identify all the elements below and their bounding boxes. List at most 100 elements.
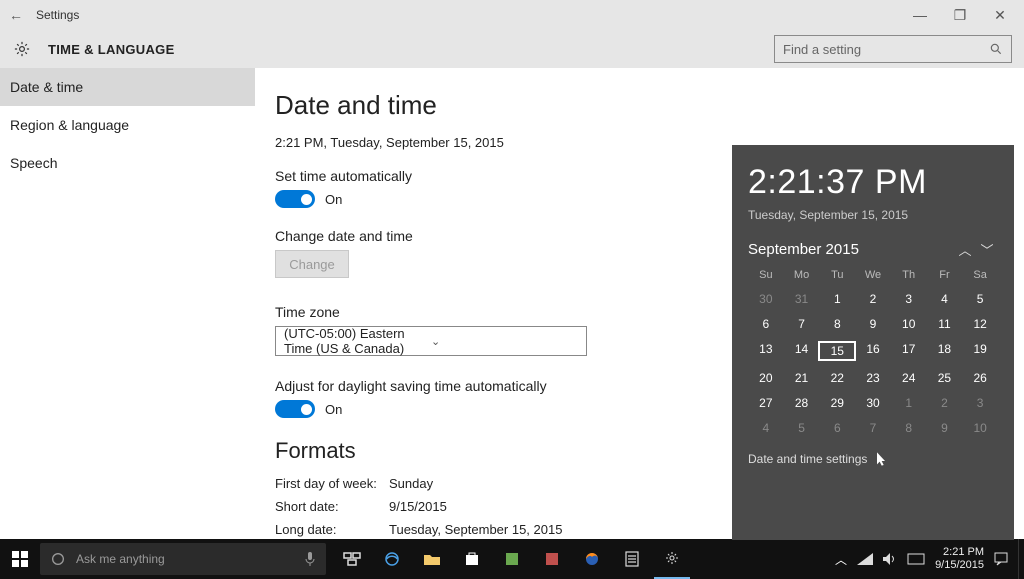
calendar-day[interactable]: 17 — [891, 342, 927, 360]
calendar-day[interactable]: 10 — [891, 317, 927, 331]
calendar-day[interactable]: 20 — [748, 371, 784, 385]
tray-clock[interactable]: 2:21 PM 9/15/2015 — [935, 546, 984, 572]
toggle-state: On — [325, 192, 342, 207]
start-button[interactable] — [0, 539, 40, 579]
date-time-settings-link[interactable]: Date and time settings — [748, 451, 998, 467]
calendar-day[interactable]: 30 — [855, 396, 891, 410]
calendar-day[interactable]: 29 — [819, 396, 855, 410]
maximize-button[interactable]: ❐ — [940, 7, 980, 24]
section-heading-datetime: Date and time — [275, 90, 1024, 121]
calendar-day[interactable]: 28 — [784, 396, 820, 410]
calendar-day[interactable]: 24 — [891, 371, 927, 385]
task-view-button[interactable] — [334, 539, 370, 579]
tray-action-center-icon[interactable] — [994, 552, 1008, 566]
format-key: Long date: — [275, 522, 389, 537]
calendar-grid: SuMoTuWeThFrSa30311234567891011121314151… — [748, 269, 998, 435]
search-input[interactable]: Find a setting — [774, 35, 1012, 63]
format-key: Short date: — [275, 499, 389, 514]
calendar-dow: Th — [891, 269, 927, 281]
calendar-day[interactable]: 5 — [784, 421, 820, 435]
calendar-day[interactable]: 5 — [962, 292, 998, 306]
calendar-day[interactable]: 2 — [927, 396, 963, 410]
calendar-day[interactable]: 31 — [784, 292, 820, 306]
taskbar-app-generic-2[interactable] — [534, 539, 570, 579]
calendar-dow: Mo — [784, 269, 820, 281]
flyout-clock-date: Tuesday, September 15, 2015 — [748, 208, 998, 222]
calendar-day[interactable]: 14 — [784, 342, 820, 360]
calendar-dow: Fr — [927, 269, 963, 281]
calendar-day[interactable]: 6 — [748, 317, 784, 331]
back-button[interactable]: ← — [4, 7, 28, 23]
calendar-day[interactable]: 11 — [927, 317, 963, 331]
calendar-day[interactable]: 18 — [927, 342, 963, 360]
search-placeholder: Find a setting — [783, 42, 989, 57]
calendar-day[interactable]: 26 — [962, 371, 998, 385]
page-title: TIME & LANGUAGE — [48, 42, 175, 57]
calendar-dow: Su — [748, 269, 784, 281]
sidebar-item-date-time[interactable]: Date & time — [0, 68, 255, 106]
calendar-day[interactable]: 9 — [855, 317, 891, 331]
calendar-day[interactable]: 25 — [927, 371, 963, 385]
window-titlebar: ← Settings — ❐ ✕ — [0, 0, 1024, 30]
calendar-day[interactable]: 4 — [927, 292, 963, 306]
calendar-day[interactable]: 10 — [962, 421, 998, 435]
taskbar-search[interactable]: Ask me anything — [40, 543, 326, 575]
timezone-value: (UTC-05:00) Eastern Time (US & Canada) — [284, 326, 431, 356]
calendar-day[interactable]: 12 — [962, 317, 998, 331]
calendar-day[interactable]: 21 — [784, 371, 820, 385]
calendar-day[interactable]: 6 — [819, 421, 855, 435]
cortana-icon — [50, 551, 66, 567]
calendar-day[interactable]: 19 — [962, 342, 998, 360]
calendar-day[interactable]: 22 — [819, 371, 855, 385]
calendar-day[interactable]: 8 — [891, 421, 927, 435]
taskbar-app-firefox[interactable] — [574, 539, 610, 579]
format-value: Tuesday, September 15, 2015 — [389, 522, 562, 537]
sidebar-item-speech[interactable]: Speech — [0, 144, 255, 182]
calendar-day[interactable]: 4 — [748, 421, 784, 435]
calendar-day[interactable]: 3 — [962, 396, 998, 410]
tray-network-icon[interactable] — [857, 553, 873, 565]
sidebar-item-region-language[interactable]: Region & language — [0, 106, 255, 144]
close-button[interactable]: ✕ — [980, 7, 1020, 24]
taskbar-app-generic-1[interactable] — [494, 539, 530, 579]
flyout-month-label[interactable]: September 2015 — [748, 241, 859, 258]
tray-overflow-icon[interactable]: ︿ — [835, 551, 847, 568]
calendar-day[interactable]: 30 — [748, 292, 784, 306]
show-desktop-peek[interactable] — [1018, 539, 1024, 579]
calendar-day[interactable]: 8 — [819, 317, 855, 331]
calendar-day[interactable]: 3 — [891, 292, 927, 306]
sidebar: Date & time Region & language Speech — [0, 68, 255, 539]
system-tray: ︿ 2:21 PM 9/15/2015 — [835, 546, 1008, 572]
minimize-button[interactable]: — — [900, 7, 940, 23]
gear-icon — [10, 37, 34, 61]
calendar-day[interactable]: 2 — [855, 292, 891, 306]
change-button[interactable]: Change — [275, 250, 349, 278]
taskbar-app-store[interactable] — [454, 539, 490, 579]
calendar-day[interactable]: 7 — [784, 317, 820, 331]
taskbar: Ask me anything ︿ 2:21 PM 9/15/2015 — [0, 539, 1024, 579]
toggle-state: On — [325, 402, 342, 417]
calendar-dow: Tu — [819, 269, 855, 281]
microphone-icon[interactable] — [304, 551, 316, 567]
taskbar-app-calculator[interactable] — [614, 539, 650, 579]
calendar-day[interactable]: 23 — [855, 371, 891, 385]
taskbar-app-settings[interactable] — [654, 539, 690, 579]
search-icon — [989, 42, 1003, 56]
calendar-dow: We — [855, 269, 891, 281]
calendar-day[interactable]: 16 — [855, 342, 891, 360]
tray-volume-icon[interactable] — [883, 553, 897, 565]
calendar-day[interactable]: 15 — [819, 342, 855, 360]
calendar-day[interactable]: 13 — [748, 342, 784, 360]
taskbar-app-edge[interactable] — [374, 539, 410, 579]
calendar-day[interactable]: 1 — [819, 292, 855, 306]
taskbar-app-file-explorer[interactable] — [414, 539, 450, 579]
flyout-clock: 2:21:37 PM — [748, 163, 998, 202]
month-prev-button[interactable]: ︿ — [954, 240, 976, 259]
month-next-button[interactable]: ﹀ — [976, 240, 998, 259]
calendar-day[interactable]: 27 — [748, 396, 784, 410]
tray-keyboard-icon[interactable] — [907, 553, 925, 565]
calendar-day[interactable]: 1 — [891, 396, 927, 410]
calendar-day[interactable]: 7 — [855, 421, 891, 435]
calendar-day[interactable]: 9 — [927, 421, 963, 435]
timezone-select[interactable]: (UTC-05:00) Eastern Time (US & Canada) ⌄ — [275, 326, 587, 356]
